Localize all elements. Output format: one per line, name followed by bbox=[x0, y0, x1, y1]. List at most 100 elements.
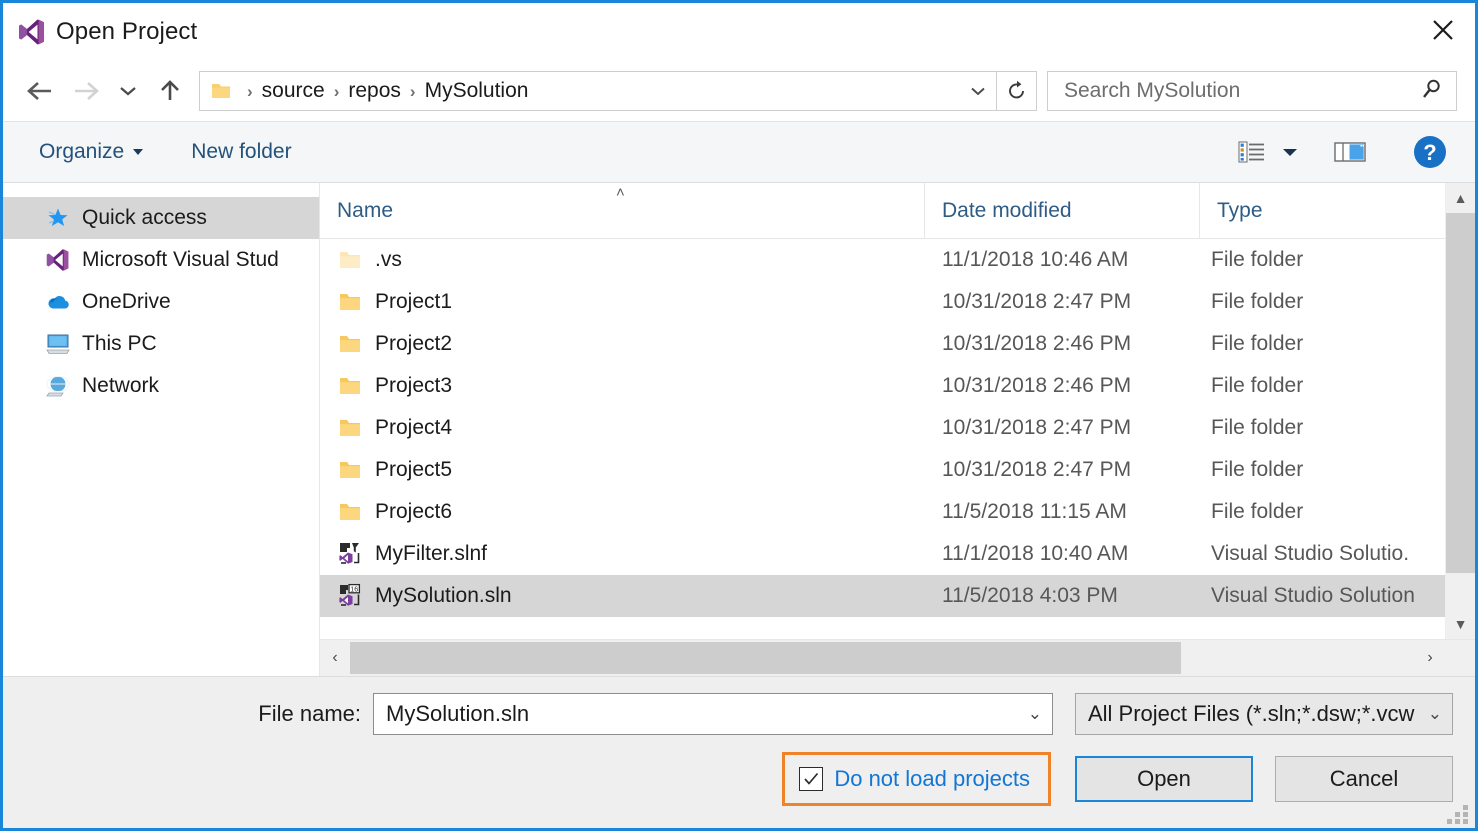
file-type-cell: File folder bbox=[1200, 248, 1445, 272]
column-header-type[interactable]: Type bbox=[1200, 183, 1445, 238]
recent-locations-chevron-down-icon[interactable] bbox=[109, 68, 147, 114]
vertical-scroll-thumb[interactable] bbox=[1446, 213, 1475, 573]
file-type-cell: File folder bbox=[1200, 290, 1445, 314]
folder-icon bbox=[210, 80, 232, 102]
breadcrumb-chevron-down-icon[interactable] bbox=[960, 72, 996, 110]
sidebar-item-label: OneDrive bbox=[82, 290, 171, 314]
vertical-scrollbar[interactable]: ▲ ▼ bbox=[1445, 183, 1475, 639]
table-row[interactable]: Project1 10/31/2018 2:47 PM File folder bbox=[320, 281, 1445, 323]
horizontal-scroll-track[interactable] bbox=[350, 640, 1415, 676]
close-icon[interactable] bbox=[1411, 3, 1475, 57]
table-row[interactable]: Project2 10/31/2018 2:46 PM File folder bbox=[320, 323, 1445, 365]
folder-icon bbox=[337, 499, 363, 525]
filename-row: File name: MySolution.sln ⌄ All Project … bbox=[25, 677, 1453, 735]
file-name-label: Project4 bbox=[375, 416, 452, 440]
sidebar-item-label: Network bbox=[82, 374, 159, 398]
view-options-chevron-down-icon[interactable] bbox=[1275, 130, 1305, 174]
filename-input[interactable]: MySolution.sln ⌄ bbox=[373, 693, 1053, 735]
file-type-cell: File folder bbox=[1200, 416, 1445, 440]
up-arrow-icon[interactable] bbox=[147, 68, 193, 114]
cancel-button[interactable]: Cancel bbox=[1275, 756, 1453, 802]
scroll-left-chevron-left-icon[interactable]: ‹ bbox=[320, 640, 350, 676]
solution-filter-file-icon bbox=[337, 541, 363, 567]
table-row[interactable]: Project3 10/31/2018 2:46 PM File folder bbox=[320, 365, 1445, 407]
sidebar-item-quick-access[interactable]: Quick access bbox=[3, 197, 319, 239]
folder-icon bbox=[337, 331, 363, 357]
file-list-main: Name ˄ Date modified Type bbox=[320, 183, 1475, 639]
file-list-columns-area: Name ˄ Date modified Type bbox=[320, 183, 1445, 639]
sidebar-item-microsoft-visual-studio[interactable]: Microsoft Visual Stud bbox=[3, 239, 319, 281]
sidebar-item-this-pc[interactable]: This PC bbox=[3, 323, 319, 365]
horizontal-scroll-thumb[interactable] bbox=[350, 642, 1181, 674]
help-icon[interactable]: ? bbox=[1407, 130, 1453, 174]
preview-pane-icon[interactable] bbox=[1327, 130, 1373, 174]
open-project-dialog: Open Project bbox=[0, 0, 1478, 831]
file-name-cell: Project6 bbox=[320, 499, 925, 525]
chevron-down-icon bbox=[133, 149, 143, 155]
new-folder-button[interactable]: New folder bbox=[191, 140, 291, 164]
refresh-icon[interactable] bbox=[997, 71, 1037, 111]
file-name-cell: Project1 bbox=[320, 289, 925, 315]
scrollbar-corner bbox=[1445, 640, 1475, 677]
folder-icon bbox=[337, 289, 363, 315]
sidebar-item-network[interactable]: Network bbox=[3, 365, 319, 407]
this-pc-monitor-icon bbox=[45, 331, 71, 357]
breadcrumb-item-repos[interactable]: repos bbox=[348, 79, 401, 103]
dialog-footer: File name: MySolution.sln ⌄ All Project … bbox=[3, 676, 1475, 828]
scroll-right-chevron-right-icon[interactable]: › bbox=[1415, 640, 1445, 676]
file-name-label: Project5 bbox=[375, 458, 452, 482]
column-header-date-modified[interactable]: Date modified bbox=[925, 183, 1200, 238]
table-row[interactable]: .vs 11/1/2018 10:46 AM File folder bbox=[320, 239, 1445, 281]
file-name-label: Project1 bbox=[375, 290, 452, 314]
file-list-pane: Name ˄ Date modified Type bbox=[320, 183, 1475, 676]
visual-studio-logo-icon bbox=[18, 18, 46, 46]
horizontal-scrollbar[interactable]: ‹ › bbox=[320, 639, 1475, 676]
search-input[interactable] bbox=[1062, 78, 1420, 104]
table-row[interactable]: Project5 10/31/2018 2:47 PM File folder bbox=[320, 449, 1445, 491]
sidebar-item-onedrive[interactable]: OneDrive bbox=[3, 281, 319, 323]
search-box[interactable] bbox=[1047, 71, 1457, 111]
scroll-up-chevron-up-icon[interactable]: ▲ bbox=[1446, 183, 1475, 213]
chevron-down-icon[interactable]: ⌄ bbox=[1428, 704, 1442, 724]
breadcrumb[interactable]: › source › repos › MySolution bbox=[199, 71, 997, 111]
column-headers: Name ˄ Date modified Type bbox=[320, 183, 1445, 239]
open-button[interactable]: Open bbox=[1075, 756, 1253, 802]
resize-grip-icon[interactable] bbox=[1447, 805, 1469, 823]
pin-star-icon bbox=[45, 205, 71, 231]
file-date-cell: 10/31/2018 2:47 PM bbox=[925, 416, 1200, 440]
do-not-load-projects-checkbox[interactable] bbox=[799, 767, 823, 791]
breadcrumb-item-source[interactable]: source bbox=[262, 79, 325, 103]
breadcrumb-separator: › bbox=[401, 83, 425, 100]
title-bar: Open Project bbox=[3, 3, 1475, 61]
table-row[interactable]: MyFilter.slnf 11/1/2018 10:40 AM Visual … bbox=[320, 533, 1445, 575]
table-row[interactable]: 16 MySolution.sln 11/5/2018 4:03 PM bbox=[320, 575, 1445, 617]
table-row[interactable]: Project6 11/5/2018 11:15 AM File folder bbox=[320, 491, 1445, 533]
file-type-dropdown[interactable]: All Project Files (*.sln;*.dsw;*.vcw ⌄ bbox=[1075, 693, 1453, 735]
table-row[interactable]: Project4 10/31/2018 2:47 PM File folder bbox=[320, 407, 1445, 449]
breadcrumb-item-mysolution[interactable]: MySolution bbox=[425, 79, 529, 103]
folder-icon bbox=[337, 373, 363, 399]
chevron-down-icon[interactable]: ⌄ bbox=[1028, 704, 1042, 724]
column-header-name[interactable]: Name ˄ bbox=[320, 183, 925, 238]
folder-icon bbox=[337, 457, 363, 483]
checkmark-icon bbox=[802, 770, 820, 788]
file-name-label: .vs bbox=[375, 248, 402, 272]
navigation-sidebar: Quick access Microsoft Visual Stud bbox=[3, 183, 320, 676]
vertical-scroll-track[interactable] bbox=[1446, 213, 1475, 609]
file-date-cell: 10/31/2018 2:47 PM bbox=[925, 290, 1200, 314]
file-type-cell: File folder bbox=[1200, 458, 1445, 482]
search-icon[interactable] bbox=[1420, 77, 1444, 106]
scroll-down-chevron-down-icon[interactable]: ▼ bbox=[1446, 609, 1475, 639]
back-arrow-icon[interactable] bbox=[17, 68, 63, 114]
svg-text:16: 16 bbox=[350, 586, 358, 593]
file-name-label: MyFilter.slnf bbox=[375, 542, 487, 566]
file-name-label: MySolution.sln bbox=[375, 584, 512, 608]
do-not-load-projects-highlight: Do not load projects bbox=[782, 752, 1051, 806]
view-list-icon[interactable] bbox=[1229, 130, 1275, 174]
organize-button[interactable]: Organize bbox=[39, 140, 143, 164]
file-type-value: All Project Files (*.sln;*.dsw;*.vcw bbox=[1088, 701, 1422, 727]
onedrive-cloud-icon bbox=[45, 289, 71, 315]
file-date-cell: 11/1/2018 10:40 AM bbox=[925, 542, 1200, 566]
do-not-load-projects-label[interactable]: Do not load projects bbox=[834, 766, 1030, 792]
column-header-type-label: Type bbox=[1217, 199, 1263, 223]
